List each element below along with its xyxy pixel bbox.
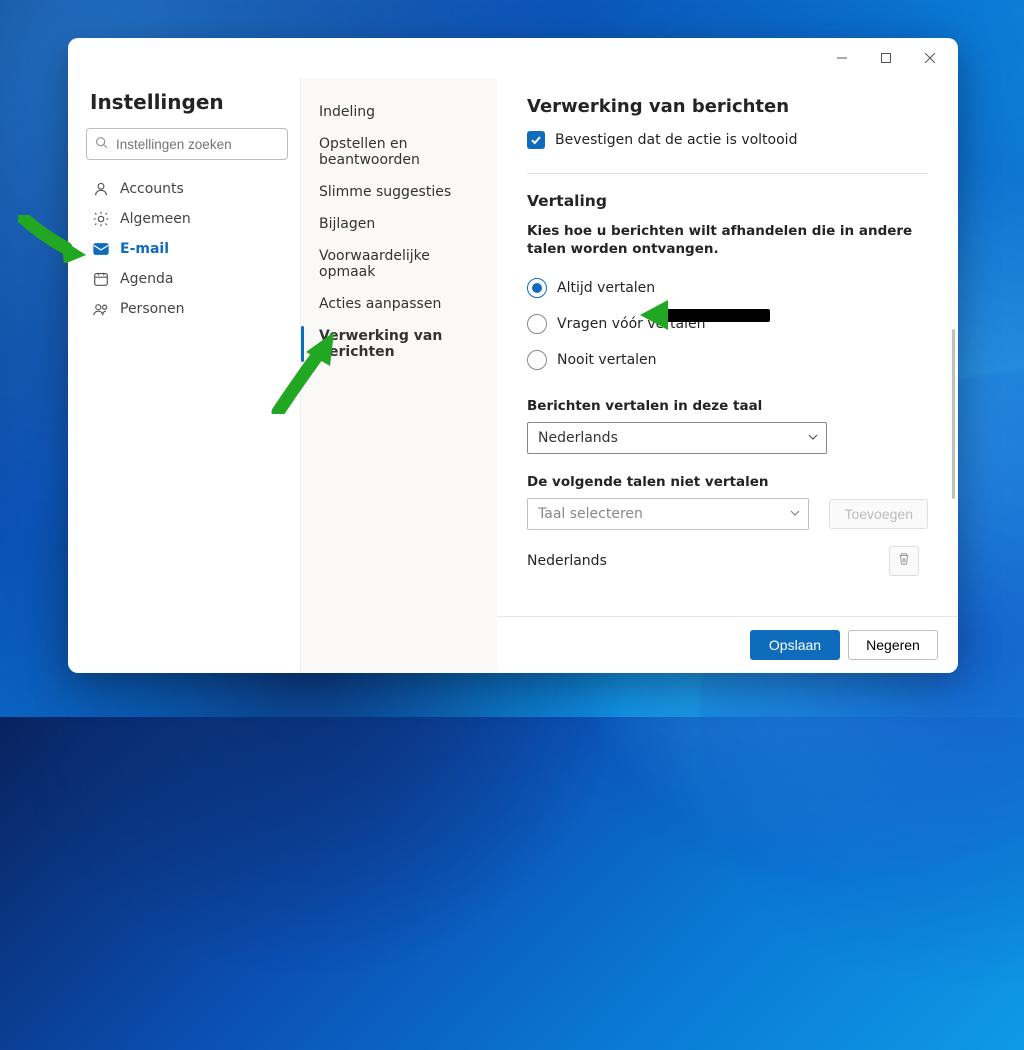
subsection-opstellen[interactable]: Opstellen en beantwoorden [301,128,497,176]
excluded-language-label: Nederlands [527,553,607,569]
radio-button[interactable] [527,350,547,370]
save-button[interactable]: Opslaan [750,630,840,660]
radio-label: Altijd vertalen [557,280,655,296]
radio-always-translate[interactable]: Altijd vertalen [527,278,928,298]
sidebar-item-people[interactable]: Personen [86,294,288,324]
sidebar-item-general[interactable]: Algemeen [86,204,288,234]
subsection-bijlagen[interactable]: Bijlagen [301,208,497,240]
subsection-indeling[interactable]: Indeling [301,96,497,128]
maximize-button[interactable] [864,43,908,73]
minimize-button[interactable] [820,43,864,73]
subsection-voorwaardelijk[interactable]: Voorwaardelijke opmaak [301,240,497,288]
section-desc-translation: Kies hoe u berichten wilt afhandelen die… [527,222,928,258]
radio-label: Nooit vertalen [557,352,657,368]
scrollbar-thumb[interactable] [952,329,955,499]
settings-search[interactable] [86,128,288,160]
sidebar-item-label: Agenda [120,271,173,287]
close-button[interactable] [908,43,952,73]
section-title-translation: Vertaling [527,192,928,210]
checkbox-checked[interactable] [527,131,545,149]
exclude-language-select[interactable]: Taal selecteren [527,498,809,530]
page-title: Verwerking van berichten [527,96,928,117]
search-icon [95,136,114,153]
gear-icon [92,210,110,228]
chevron-down-icon [808,430,818,446]
sidebar-item-accounts[interactable]: Accounts [86,174,288,204]
subsection-list: Indeling Opstellen en beantwoorden Slimm… [300,78,497,673]
sidebar-item-calendar[interactable]: Agenda [86,264,288,294]
subsection-verwerking[interactable]: Verwerking van berichten [301,320,497,368]
people-icon [92,300,110,318]
confirm-checkbox-row[interactable]: Bevestigen dat de actie is voltooid [527,131,928,149]
sidebar-item-label: Personen [120,301,185,317]
content-footer: Opslaan Negeren [497,616,958,673]
delete-language-button[interactable] [889,546,919,576]
translate-language-select[interactable]: Nederlands [527,422,827,454]
sidebar-item-email[interactable]: E-mail [86,234,288,264]
radio-ask-before[interactable]: Vragen vóór vertalen [527,314,928,334]
trash-icon [897,552,911,570]
add-language-button[interactable]: Toevoegen [829,499,928,529]
radio-label: Vragen vóór vertalen [557,316,705,332]
settings-title: Instellingen [90,90,288,114]
exclude-languages-label: De volgende talen niet vertalen [527,474,928,490]
sidebar-item-label: Algemeen [120,211,191,227]
accounts-icon [92,180,110,198]
sidebar-item-label: E-mail [120,241,169,257]
cancel-button[interactable]: Negeren [848,630,938,660]
sidebar-item-label: Accounts [120,181,184,197]
titlebar [68,38,958,78]
radio-button[interactable] [527,278,547,298]
search-input[interactable] [114,136,295,153]
content-pane: Verwerking van berichten Bevestigen dat … [497,78,958,673]
calendar-icon [92,270,110,288]
radio-button[interactable] [527,314,547,334]
checkbox-label: Bevestigen dat de actie is voltooid [555,132,797,148]
subsection-acties[interactable]: Acties aanpassen [301,288,497,320]
chevron-down-icon [790,506,800,522]
translate-into-label: Berichten vertalen in deze taal [527,398,928,414]
subsection-slimme[interactable]: Slimme suggesties [301,176,497,208]
mail-icon [92,240,110,258]
sidebar: Instellingen Accounts [68,78,300,673]
settings-window: Instellingen Accounts [68,38,958,673]
radio-never[interactable]: Nooit vertalen [527,350,928,370]
